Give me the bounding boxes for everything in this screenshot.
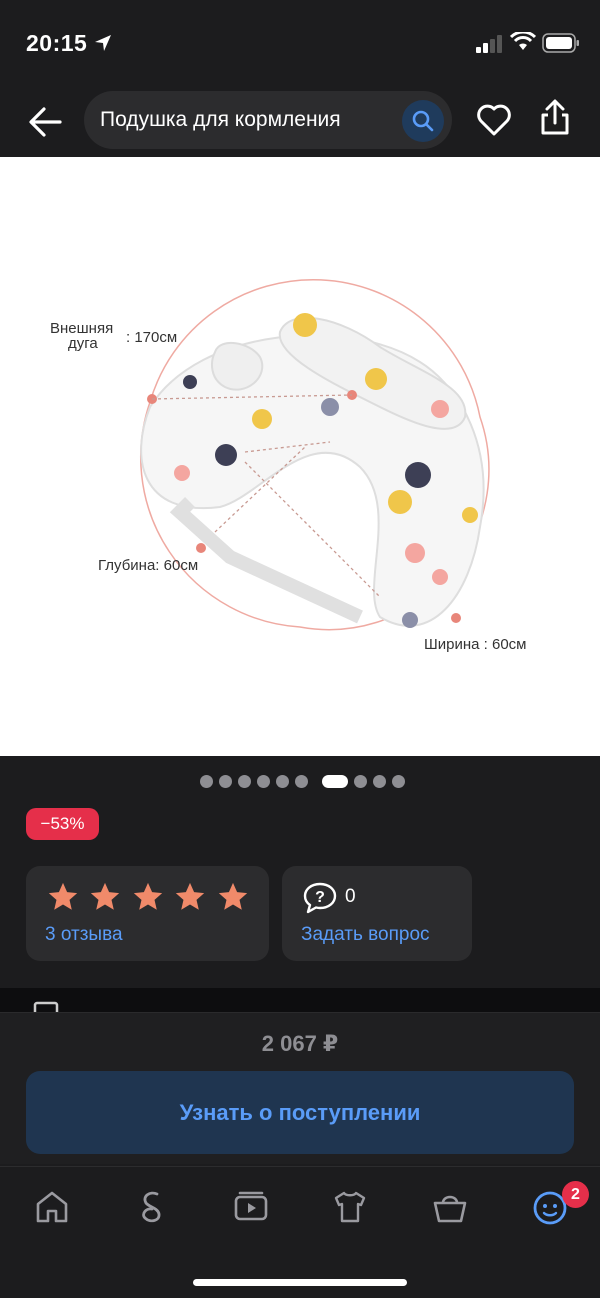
notify-availability-button[interactable]: Узнать о поступлении [26,1071,574,1154]
pagination-dot[interactable] [219,775,232,788]
reviews-link[interactable]: 3 отзыва [45,924,123,946]
home-icon[interactable] [32,1187,72,1227]
pagination-dot[interactable] [295,775,308,788]
svg-text:?: ? [315,889,325,906]
search-query-text[interactable]: Подушка для кормления [100,108,341,132]
bottom-tab-bar: 2 [0,1166,600,1298]
back-arrow-icon[interactable] [24,100,68,144]
question-bubble-icon: ? [303,882,337,914]
ask-question-link[interactable]: Задать вопрос [301,924,430,946]
product-price: 2 067 ₽ [261,1031,339,1056]
rating-card[interactable]: 3 отзыва [26,866,269,961]
share-icon[interactable] [537,98,573,138]
delivery-info-row-partial [0,988,600,1012]
star-icon [218,882,247,910]
star-icon [176,882,205,910]
status-time: 20:15 [26,30,88,56]
status-bar: 20:15 [0,0,600,90]
star-icon [91,882,120,910]
outer-arc-value: : 170см [126,329,178,346]
profile-notification-badge: 2 [562,1181,589,1208]
search-button[interactable] [402,100,444,142]
pagination-dot[interactable] [257,775,270,788]
depth-label: Глубина: 60см [98,557,199,574]
basket-icon[interactable] [430,1187,470,1227]
pagination-dot[interactable] [373,775,386,788]
battery-icon [542,33,579,53]
questions-card[interactable]: ? 0 Задать вопрос [282,866,472,961]
pagination-dot[interactable] [276,775,289,788]
pagination-dot[interactable] [200,775,213,788]
pagination-dot-active[interactable] [322,775,348,788]
pagination-dot[interactable] [392,775,405,788]
width-label: Ширина : 60см [424,636,527,653]
gallery-pagination[interactable] [0,775,600,789]
brand-logo-icon[interactable] [132,1187,172,1227]
search-field[interactable]: Подушка для кормления [84,91,452,149]
outer-arc-label-line2: дуга [68,335,98,352]
rating-stars [46,880,254,919]
video-icon[interactable] [231,1187,271,1227]
heart-icon[interactable] [474,100,514,140]
star-icon [48,882,78,910]
discount-badge: −53% [26,808,99,840]
product-image-gallery[interactable]: Внешняя дуга : 170см Глубина: 60см Ширин… [0,157,600,756]
star-icon [133,882,163,910]
pagination-dot[interactable] [238,775,251,788]
catalog-icon[interactable] [330,1187,370,1227]
top-navigation-bar: Подушка для кормления [0,88,600,156]
nursing-pillow-image [140,278,490,631]
home-indicator[interactable] [193,1279,407,1286]
purchase-panel: 2 067 ₽ Узнать о поступлении [0,1012,600,1164]
pagination-dot[interactable] [354,775,367,788]
search-icon [412,110,434,132]
wifi-icon [510,32,536,50]
signal-icon [476,35,502,53]
questions-count: 0 [345,886,356,907]
document-icon [33,1001,59,1012]
location-arrow-icon [95,35,111,51]
